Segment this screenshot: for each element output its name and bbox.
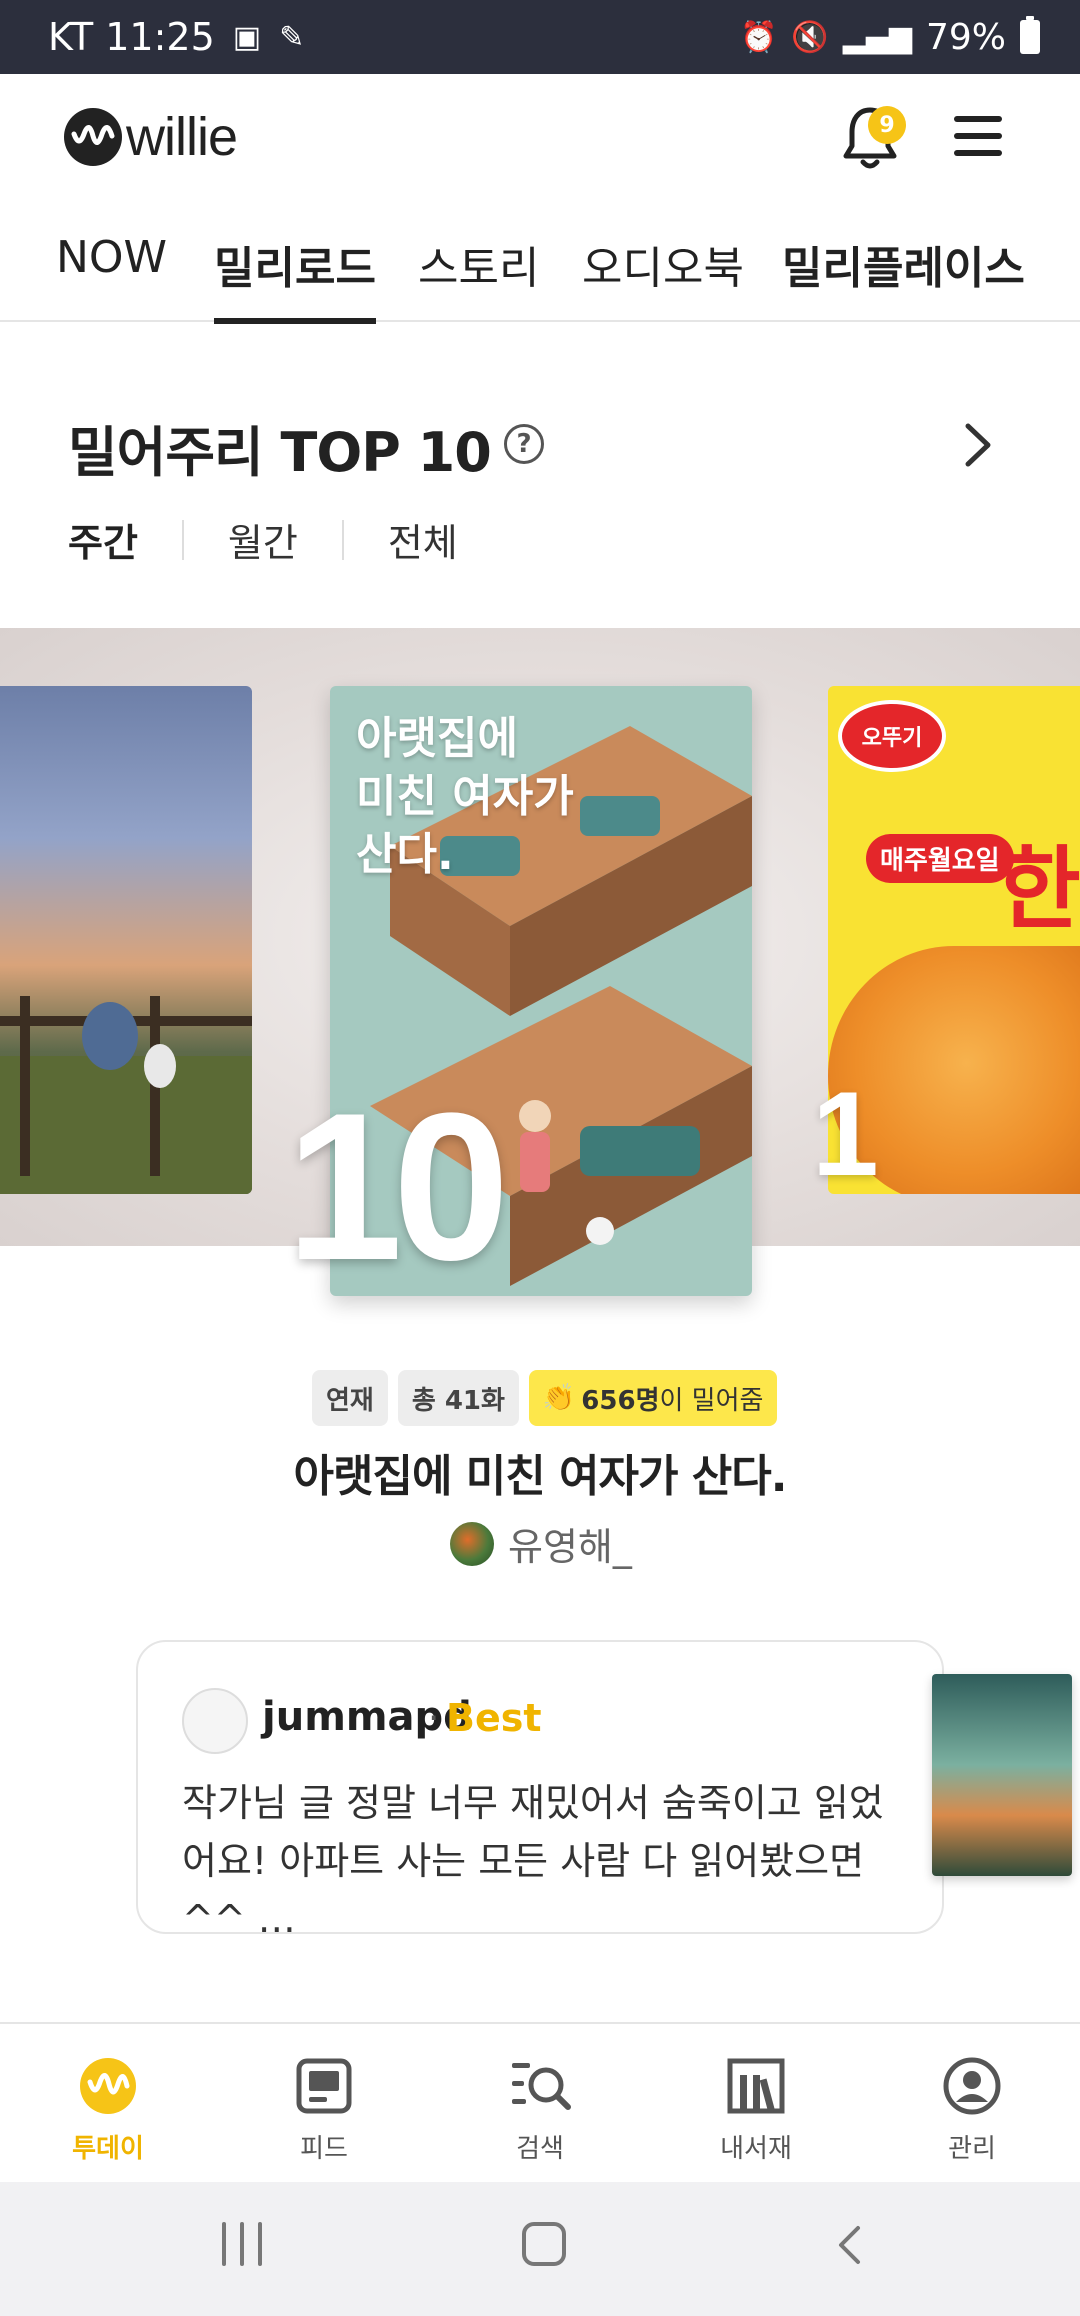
tab-millie-place[interactable]: 밀리플레이스 [782,232,1025,322]
book-cover-left[interactable] [0,686,252,1194]
rank-number: 10 [286,1069,510,1304]
brand-heading: 한 [998,837,1080,942]
tab-millie-road[interactable]: 밀리로드 [214,232,376,324]
nav-label-today: 투데이 [72,2134,144,2164]
alarm-icon: ⏰ [740,19,778,55]
cover-title: 아랫집에 미친 여자가 산다. [356,713,574,880]
profile-icon [940,2054,1004,2118]
author[interactable]: 유영해_ [450,1516,632,1571]
main-tabs: NOW 밀리로드 스토리 오디오북 밀리플레이스 [0,222,1080,324]
nav-today[interactable]: 투데이 [0,2024,216,2182]
supporters-badge: 👏 656명 이 밀어줌 [528,1370,778,1426]
recent-apps-icon[interactable] [222,2222,262,2266]
back-icon[interactable] [836,2224,862,2266]
home-icon[interactable] [522,2222,566,2266]
logo-mark-icon [64,108,122,166]
logo-text: willie [126,107,238,167]
divider [181,519,184,560]
supporters-count: 656명 [581,1385,660,1416]
nav-library[interactable]: 내서재 [648,2024,864,2182]
carrier-time: KT 11:25 [48,15,215,59]
supporters-suffix: 이 밀어줌 [659,1385,764,1416]
gallery-icon: ▣ [232,19,262,55]
episodes-badge: 총 41화 [397,1370,519,1426]
status-bar: KT 11:25 ▣ ✎ ⏰ 🔇 ▂▄▆ 79% [0,0,1080,74]
divider [341,519,344,560]
today-icon [76,2054,140,2118]
hamburger-menu-icon[interactable] [954,116,1002,156]
reviewer-name: jummapd [262,1694,472,1740]
battery-icon [1020,16,1040,54]
search-icon [508,2054,572,2118]
author-avatar [450,1521,494,1566]
review-text: 작가님 글 정말 너무 재밌어서 숨죽이고 읽었어요! 아파트 사는 모든 사람… [182,1781,884,1941]
pen-icon: ✎ [279,19,305,55]
period-tab-all[interactable]: 전체 [388,512,458,567]
book-title[interactable]: 아랫집에 미친 여자가 산다. [0,1440,1080,1504]
battery-percent: 79% [925,16,1006,58]
signal-icon: ▂▄▆ [842,19,912,55]
clap-icon: 👏 [542,1383,576,1413]
chevron-right-icon[interactable] [962,420,994,470]
feed-icon [292,2054,356,2118]
willie-logo[interactable]: willie [64,106,238,168]
library-icon [724,2054,788,2118]
period-tabs: 주간 월간 전체 [68,512,458,567]
nav-feed[interactable]: 피드 [216,2024,432,2182]
serial-badge: 연재 [312,1370,388,1426]
mute-icon: 🔇 [791,19,829,55]
nav-search[interactable]: 검색 [432,2024,648,2182]
review-card[interactable]: jummapd · Best 작가님 글 정말 너무 재밌어서 숨죽이고 읽었어… [136,1640,944,1941]
period-tab-weekly[interactable]: 주간 [68,512,138,567]
book-badges: 연재 총 41화 👏 656명 이 밀어줌 [312,1370,778,1426]
bottom-nav: 투데이 피드 검색 내서재 관리 [0,2022,1080,2182]
nav-label-search: 검색 [516,2134,564,2164]
cover-title-text: 아랫집에 미친 여자가 산다. [356,710,574,884]
app-header: willie 9 [0,74,1080,204]
nav-settings[interactable]: 관리 [864,2024,1080,2182]
period-tab-monthly[interactable]: 월간 [228,512,298,567]
notification-badge: 9 [868,106,906,144]
nav-label-feed: 피드 [300,2134,348,2164]
brand-tag: 매주월요일 [866,834,1014,883]
system-nav-bar [0,2182,1080,2316]
tab-audiobook[interactable]: 오디오북 [582,232,744,322]
nav-label-library: 내서재 [720,2134,792,2164]
separator-dot: · [428,1698,440,1739]
help-icon[interactable]: ? [504,424,544,464]
section-title: 밀어주리 TOP 10 [68,421,492,484]
reviewer-avatar [182,1688,248,1754]
brand-logo: 오뚜기 [838,700,946,772]
rank-number-next: 1 [812,1067,879,1201]
review-book-thumbnail[interactable] [932,1674,1072,1876]
best-tag: Best [446,1696,542,1740]
nav-label-settings: 관리 [948,2134,996,2164]
tab-now[interactable]: NOW [56,232,167,322]
author-name: 유영해_ [508,1525,632,1569]
tab-story[interactable]: 스토리 [418,232,539,322]
